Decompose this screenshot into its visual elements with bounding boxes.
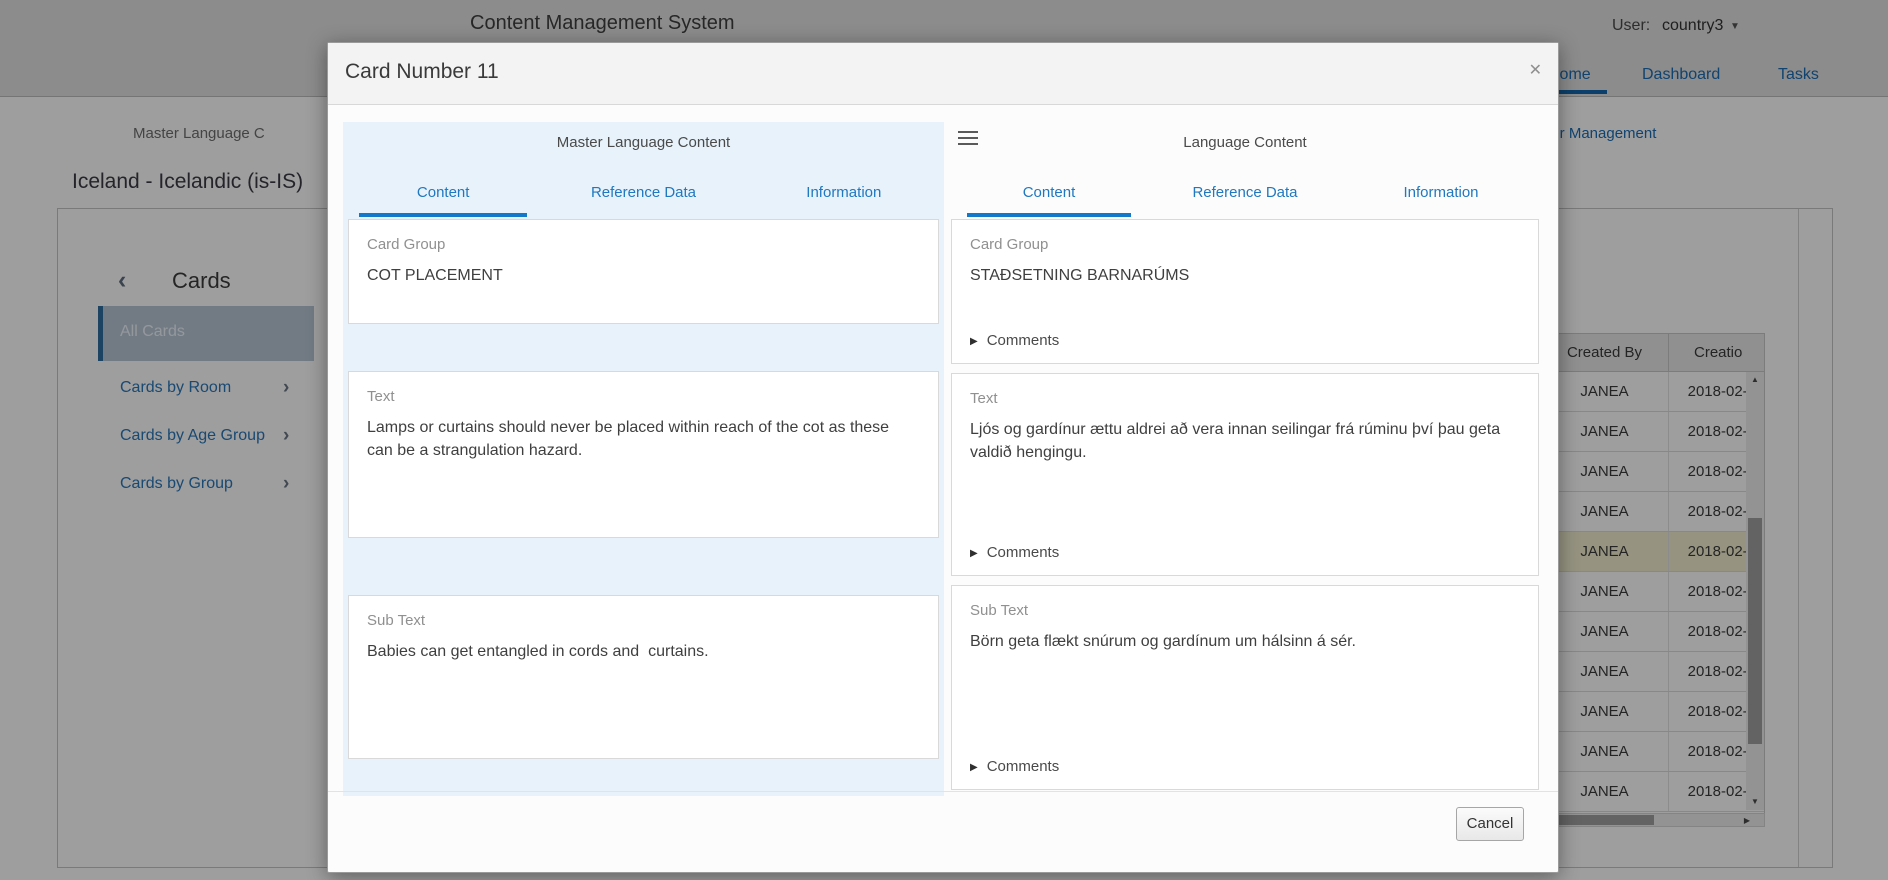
comments-expander[interactable]: ▶ Comments [970,332,1059,349]
modal-header: Card Number 11 ✕ [328,43,1558,105]
field-card-group: Card Group STAÐSETNING BARNARÚMS ▶ Commen… [951,219,1539,364]
screen: Content Management System User: country3… [0,0,1888,880]
card-detail-modal: Card Number 11 ✕ Master Language Content… [327,42,1559,873]
language-panel-tabs: Content Reference Data Information [951,179,1539,213]
cancel-button[interactable]: Cancel [1456,807,1524,841]
close-icon[interactable]: ✕ [1529,63,1542,79]
field-value: Babies can get entangled in cords and cu… [367,640,918,663]
modal-title: Card Number 11 [345,60,499,84]
tab-reference-data-master[interactable]: Reference Data [543,179,743,213]
language-panel: Language Content Content Reference Data … [951,122,1539,796]
field-value: Börn geta flækt snúrum og gardínum um há… [970,630,1518,653]
footer-divider [328,791,1558,792]
caret-right-icon: ▶ [970,336,978,347]
field-value: Ljós og gardínur ættu aldrei að vera inn… [970,418,1518,464]
master-panel-header: Master Language Content [343,134,944,151]
caret-right-icon: ▶ [970,762,978,773]
field-text: Text Lamps or curtains should never be p… [348,371,939,538]
field-text: Text Ljós og gardínur ættu aldrei að ver… [951,373,1539,576]
language-panel-header: Language Content [951,134,1539,151]
comments-label: Comments [987,758,1060,775]
comments-expander[interactable]: ▶ Comments [970,544,1059,561]
tab-information-language[interactable]: Information [1343,179,1539,213]
field-label: Text [367,388,395,405]
field-sub-text: Sub Text Babies can get entangled in cor… [348,595,939,759]
tab-reference-data-language[interactable]: Reference Data [1147,179,1343,213]
field-value: COT PLACEMENT [367,264,918,287]
tab-information-master[interactable]: Information [744,179,944,213]
comments-expander[interactable]: ▶ Comments [970,758,1059,775]
field-card-group: Card Group COT PLACEMENT [348,219,939,324]
field-label: Sub Text [970,602,1028,619]
field-value: Lamps or curtains should never be placed… [367,416,918,462]
field-value: STAÐSETNING BARNARÚMS [970,264,1518,287]
field-label: Text [970,390,998,407]
master-language-panel: Master Language Content Content Referenc… [343,122,944,796]
field-sub-text: Sub Text Börn geta flækt snúrum og gardí… [951,585,1539,790]
field-label: Card Group [970,236,1048,253]
tab-content-language[interactable]: Content [951,179,1147,213]
caret-right-icon: ▶ [970,548,978,559]
master-panel-tabs: Content Reference Data Information [343,179,944,213]
comments-label: Comments [987,332,1060,349]
tab-content-master[interactable]: Content [343,179,543,213]
field-label: Card Group [367,236,445,253]
field-label: Sub Text [367,612,425,629]
comments-label: Comments [987,544,1060,561]
